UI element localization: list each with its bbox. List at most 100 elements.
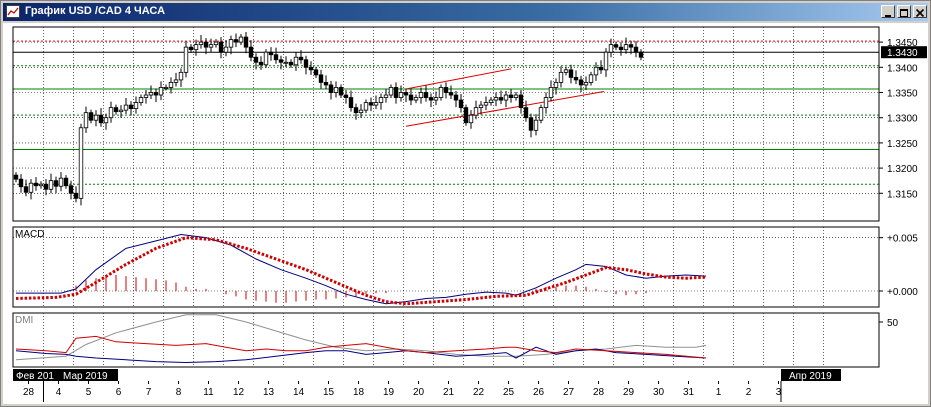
candle-body [273,54,279,61]
candle-body [198,41,204,46]
candle-body [88,112,94,121]
candle-body [373,102,379,106]
price-tick-label: 1.3250 [887,139,918,150]
day-label: 2 [746,387,752,398]
candle-body [358,109,364,114]
candle-body [388,87,394,96]
candle-body [293,56,299,66]
candle-body [93,114,99,121]
maximize-button[interactable] [897,5,911,18]
candle-body [53,180,59,187]
candle-body [108,107,114,119]
candle-body [488,99,494,103]
candle-body [298,56,304,61]
candle-body [183,46,189,73]
candle-body [253,56,259,63]
candle-body [223,46,229,53]
candle-body [553,82,559,88]
candle-body [578,79,584,86]
day-label: 22 [473,387,485,398]
candle-body [508,94,514,98]
candle-body [608,44,614,53]
day-label: 15 [323,387,335,398]
candle-body [268,51,274,56]
candle-body [338,87,344,96]
close-button[interactable] [913,5,927,18]
candle-body [628,44,634,48]
minimize-button[interactable] [881,5,895,18]
candle-body [333,87,339,93]
day-label: 25 [503,387,515,398]
chart-window: График USD /CAD 4 ЧАСА 1.3450 1.3400 1.335… [0,0,931,407]
month-label: Мар 2019 [63,371,108,382]
macd-tick-label: +0.005 [887,234,918,245]
day-label: 30 [653,387,665,398]
candle-body [343,94,349,98]
candle-body [83,112,89,129]
price-tick-label: 1.3150 [887,189,918,200]
day-label: 26 [533,387,545,398]
candle-body [568,69,574,78]
candle-body [233,39,239,43]
candle-body [173,79,179,83]
candle-body [603,51,609,71]
chart-area[interactable]: 1.34501.34001.33501.33001.32501.32001.31… [3,23,928,404]
candle-body [243,36,249,48]
candle-body [448,92,454,96]
candle-body [203,41,209,48]
price-tick-label: 1.3400 [887,63,918,74]
candle-body [308,66,314,71]
candle-body [523,107,529,119]
candle-body [98,114,104,124]
candle-body [38,183,44,187]
candle-body [428,97,434,101]
candle-body [133,102,139,110]
candle-body [13,174,19,180]
candle-body [593,66,599,76]
price-tick-label: 1.3300 [887,114,918,125]
day-label: 1 [716,387,722,398]
candle-body [453,94,459,101]
candle-body [363,102,369,111]
day-label: 8 [176,387,182,398]
month-label: Фев 201 [16,371,54,382]
title-bar[interactable]: График USD /CAD 4 ЧАСА [3,3,928,21]
macd-label: MACD [15,229,44,240]
candle-body [613,44,619,48]
candle-body [528,117,534,131]
candle-body [103,117,109,124]
candle-body [403,92,409,96]
candle-body [563,69,569,73]
candle-body [518,94,524,109]
candle-body [418,92,424,98]
candle-body [513,94,519,98]
candle-body [228,39,234,48]
candle-body [463,107,469,124]
candle-body [413,97,419,101]
candle-body [348,97,354,109]
day-label: 20 [413,387,425,398]
candle-body [598,66,604,71]
candle-body [318,74,324,83]
day-label: 7 [146,387,152,398]
candle-body [393,87,399,98]
candle-body [18,178,24,188]
candle-body [623,44,629,51]
candle-body [398,92,404,98]
current-price-label: 1.3430 [887,48,918,59]
day-label: 21 [443,387,455,398]
candle-body [163,87,169,89]
candle-body [503,94,509,101]
candle-body [248,46,254,58]
candle-body [493,97,499,101]
candle-body [218,41,224,53]
candle-body [58,177,64,187]
candle-body [323,82,329,86]
candle-body [583,82,589,86]
time-axis: Фев 201 Мар 2019 Апр 201928 4 5 6 7 8 11 12 13 14 15… [3,369,928,402]
candle-body [28,182,34,193]
day-label: 4 [56,387,62,398]
candle-body [193,44,199,51]
candle-body [483,102,489,106]
day-label: 12 [233,387,245,398]
